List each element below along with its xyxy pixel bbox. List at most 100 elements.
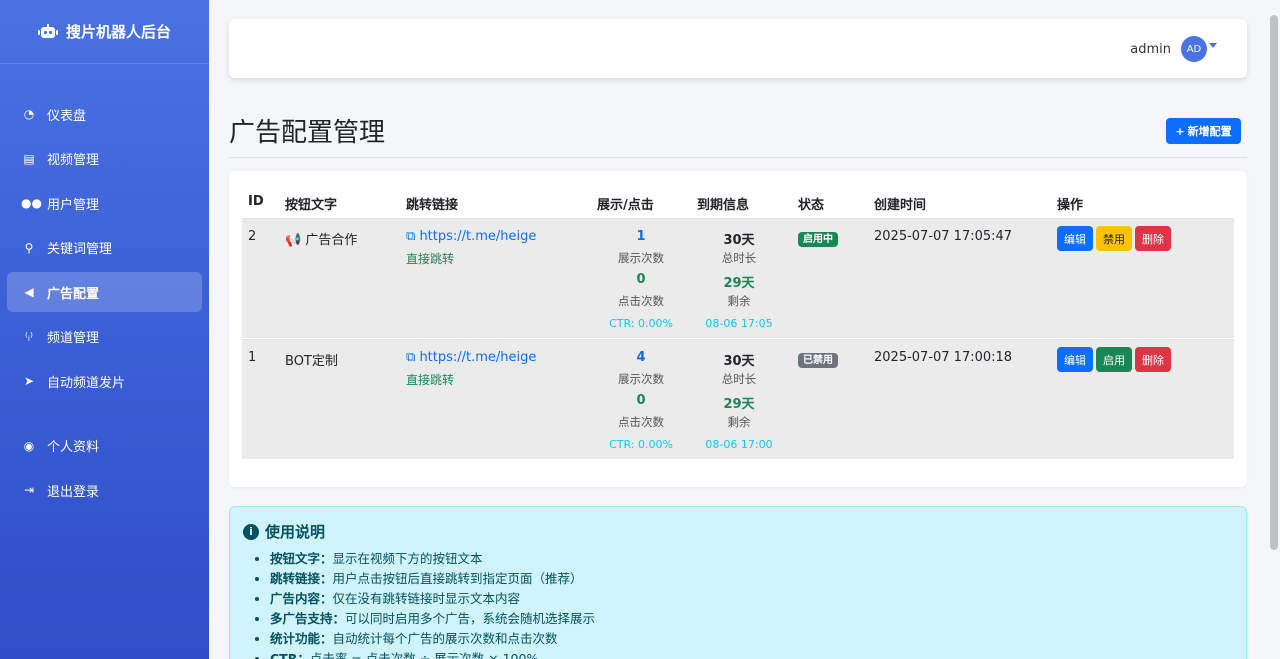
clicks-count: 0 — [636, 393, 646, 408]
username: admin — [1130, 41, 1171, 57]
sidebar-item-auto-post[interactable]: ➤ 自动频道发片 — [7, 361, 202, 401]
info-icon: i — [243, 523, 259, 540]
row-button-text: 📢 广告合作 — [285, 229, 357, 248]
sidebar-item-keywords[interactable]: ⚲ 关键词管理 — [7, 228, 202, 268]
duration-label: 总时长 — [721, 251, 757, 265]
row-link[interactable]: ⧉ https://t.me/heige — [406, 229, 536, 244]
table-header: ID 按钮文字 跳转链接 展示/点击 到期信息 状态 创建时间 操作 — [242, 192, 1234, 218]
sidebar-item-label: 仪表盘 — [47, 108, 87, 124]
info-term: 多广告支持： — [270, 611, 346, 626]
col-expire: 到期信息 — [697, 198, 750, 213]
link-type: 直接跳转 — [406, 252, 455, 266]
table-row: 1 BOT定制 ⧉ https://t.me/heige 直接跳转 4 展示次数… — [242, 339, 1234, 459]
avatar[interactable]: AD — [1181, 36, 1207, 62]
remaining-label: 剩余 — [727, 415, 751, 429]
info-term: 跳转链接： — [270, 571, 333, 586]
list-item: 多广告支持：可以同时启用多个广告，系统会随机选择展示 — [270, 609, 595, 629]
dashboard-icon: ◔ — [23, 107, 35, 121]
col-created: 创建时间 — [874, 198, 927, 213]
col-id: ID — [248, 194, 264, 209]
edit-button[interactable]: 编辑 — [1057, 347, 1093, 372]
sidebar-item-channels[interactable]: ⁽ᵢ⁾ 频道管理 — [7, 317, 202, 357]
robot-icon — [37, 23, 58, 38]
link-url[interactable]: https://t.me/heige — [419, 229, 536, 244]
chevron-down-icon[interactable] — [1209, 42, 1217, 48]
sidebar-item-label: 视频管理 — [47, 153, 100, 168]
info-term: CTR： — [270, 651, 310, 659]
info-title-text: 使用说明 — [265, 523, 326, 541]
sidebar-item-users[interactable]: ●● 用户管理 — [7, 183, 202, 223]
topbar: admin AD — [229, 19, 1247, 78]
sidebar-item-logout[interactable]: ⇥ 退出登录 — [7, 470, 202, 510]
list-item: 广告内容：仅在没有跳转链接时显示文本内容 — [270, 589, 595, 609]
ads-table-card: ID 按钮文字 跳转链接 展示/点击 到期信息 状态 创建时间 操作 2 📢 广… — [229, 171, 1247, 487]
row-id: 2 — [248, 229, 257, 244]
users-icon: ●● — [21, 196, 42, 210]
film-icon: ▤ — [23, 151, 35, 166]
duration: 30天 — [723, 233, 755, 248]
ctr: CTR: 0.00% — [609, 438, 673, 451]
sidebar-item-label: 广告配置 — [47, 286, 100, 302]
status-badge-label: 已禁用 — [798, 353, 838, 368]
disable-button[interactable]: 禁用 — [1096, 226, 1132, 251]
col-shows-clicks: 展示/点击 — [597, 198, 654, 213]
megaphone-icon: ◀ — [24, 285, 34, 299]
status-badge: 已禁用 — [798, 351, 838, 368]
list-item: 按钮文字：显示在视频下方的按钮文本 — [270, 549, 595, 569]
info-desc: 显示在视频下方的按钮文本 — [332, 551, 483, 566]
row-link[interactable]: ⧉ https://t.me/heige — [406, 350, 536, 365]
logout-icon: ⇥ — [23, 483, 35, 497]
send-icon: ➤ — [23, 374, 35, 388]
sidebar-item-ads[interactable]: ◀ 广告配置 — [7, 272, 202, 312]
col-actions: 操作 — [1057, 198, 1084, 213]
list-item: CTR：点击率 = 点击次数 ÷ 展示次数 × 100% — [270, 649, 595, 659]
user-circle-icon: ◉ — [23, 438, 35, 453]
delete-button[interactable]: 删除 — [1135, 226, 1171, 251]
remaining: 29天 — [723, 276, 755, 291]
page-scrollbar[interactable] — [1270, 15, 1278, 550]
sidebar-item-label: 自动频道发片 — [47, 375, 126, 391]
brand[interactable]: 搜片机器人后台 — [0, 0, 209, 64]
duration: 30天 — [723, 354, 755, 369]
megaphone-icon: 📢 — [285, 233, 302, 248]
info-desc: 用户点击按钮后直接跳转到指定页面（推荐） — [332, 571, 583, 586]
sidebar-item-label: 用户管理 — [47, 197, 100, 213]
delete-button[interactable]: 删除 — [1135, 347, 1171, 372]
button-text-value: 广告合作 — [305, 233, 358, 248]
sidebar-item-label: 个人资料 — [47, 440, 100, 455]
sidebar: 搜片机器人后台 ◔ 仪表盘 ▤ 视频管理 ●● 用户管理 ⚲ 关键词管理 ◀ 广… — [0, 0, 209, 659]
row-id: 1 — [248, 350, 257, 365]
page-title: 广告配置管理 — [229, 118, 386, 148]
shows-label: 展示次数 — [618, 372, 664, 386]
info-title: i 使用说明 — [243, 521, 325, 542]
enable-button[interactable]: 启用 — [1096, 347, 1132, 372]
edit-button[interactable]: 编辑 — [1057, 226, 1093, 251]
info-desc: 点击率 = 点击次数 ÷ 展示次数 × 100% — [309, 651, 539, 659]
expire-date: 08-06 17:00 — [705, 438, 773, 451]
clicks-label: 点击次数 — [618, 415, 664, 429]
info-term: 广告内容： — [270, 591, 333, 606]
user-menu[interactable]: admin AD — [1130, 36, 1217, 62]
status-badge-label: 启用中 — [798, 232, 838, 247]
info-term: 按钮文字： — [270, 551, 333, 566]
external-link-icon: ⧉ — [406, 350, 416, 365]
clicks-label: 点击次数 — [618, 294, 664, 308]
add-config-button[interactable]: + 新增配置 — [1166, 118, 1241, 144]
sidebar-nav: ◔ 仪表盘 ▤ 视频管理 ●● 用户管理 ⚲ 关键词管理 ◀ 广告配置 ⁽ᵢ⁾ … — [0, 64, 209, 510]
col-status: 状态 — [798, 198, 825, 213]
sidebar-item-label: 频道管理 — [47, 331, 100, 346]
broadcast-icon: ⁽ᵢ⁾ — [24, 329, 34, 344]
add-config-label: 新增配置 — [1187, 125, 1232, 138]
row-actions: 编辑 禁用 删除 — [1057, 226, 1174, 251]
sidebar-item-videos[interactable]: ▤ 视频管理 — [7, 139, 202, 179]
info-term: 统计功能： — [270, 631, 333, 646]
sidebar-item-label: 退出登录 — [47, 484, 100, 500]
created-time: 2025-07-07 17:05:47 — [874, 229, 1013, 244]
expire-date: 08-06 17:05 — [705, 317, 773, 330]
sidebar-item-dashboard[interactable]: ◔ 仪表盘 — [7, 94, 202, 134]
link-url[interactable]: https://t.me/heige — [419, 350, 536, 365]
sidebar-item-profile[interactable]: ◉ 个人资料 — [7, 426, 202, 466]
divider — [229, 157, 1247, 158]
usage-info-box: i 使用说明 按钮文字：显示在视频下方的按钮文本 跳转链接：用户点击按钮后直接跳… — [229, 506, 1247, 659]
shows-count: 4 — [636, 350, 646, 365]
